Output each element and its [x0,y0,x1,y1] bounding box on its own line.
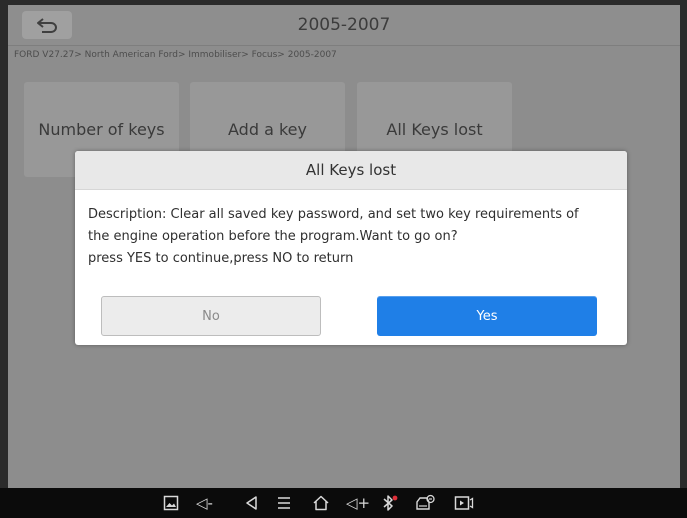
gallery-icon[interactable] [163,494,179,512]
volume-up-icon[interactable]: ◁+ [346,494,370,512]
description-line: press YES to continue,press NO to return [88,251,354,266]
back-triangle-icon[interactable] [244,494,260,512]
dialog-title: All Keys lost [75,151,627,190]
description-line: the engine operation before the program.… [88,229,458,244]
yes-button[interactable]: Yes [377,296,597,336]
confirm-dialog: All Keys lost Description: Clear all sav… [75,151,627,345]
menu-icon[interactable] [276,494,292,512]
volume-down-icon[interactable]: ◁- [196,494,213,512]
no-button[interactable]: No [101,296,321,336]
vci-icon[interactable] [414,494,436,512]
dialog-description: Description: Clear all saved key passwor… [75,190,627,270]
system-navigation-bar: ◁- ◁+ [0,488,687,518]
app-screen: 2005-2007 FORD V27.27> North American Fo… [8,5,680,488]
screen-record-icon[interactable] [454,494,474,512]
description-line: Description: Clear all saved key passwor… [88,207,579,222]
page-title: 2005-2007 [297,15,391,35]
home-icon[interactable] [312,494,330,512]
bluetooth-icon[interactable] [381,494,399,512]
breadcrumb: FORD V27.27> North American Ford> Immobi… [14,50,337,60]
title-bar: 2005-2007 [8,5,680,46]
